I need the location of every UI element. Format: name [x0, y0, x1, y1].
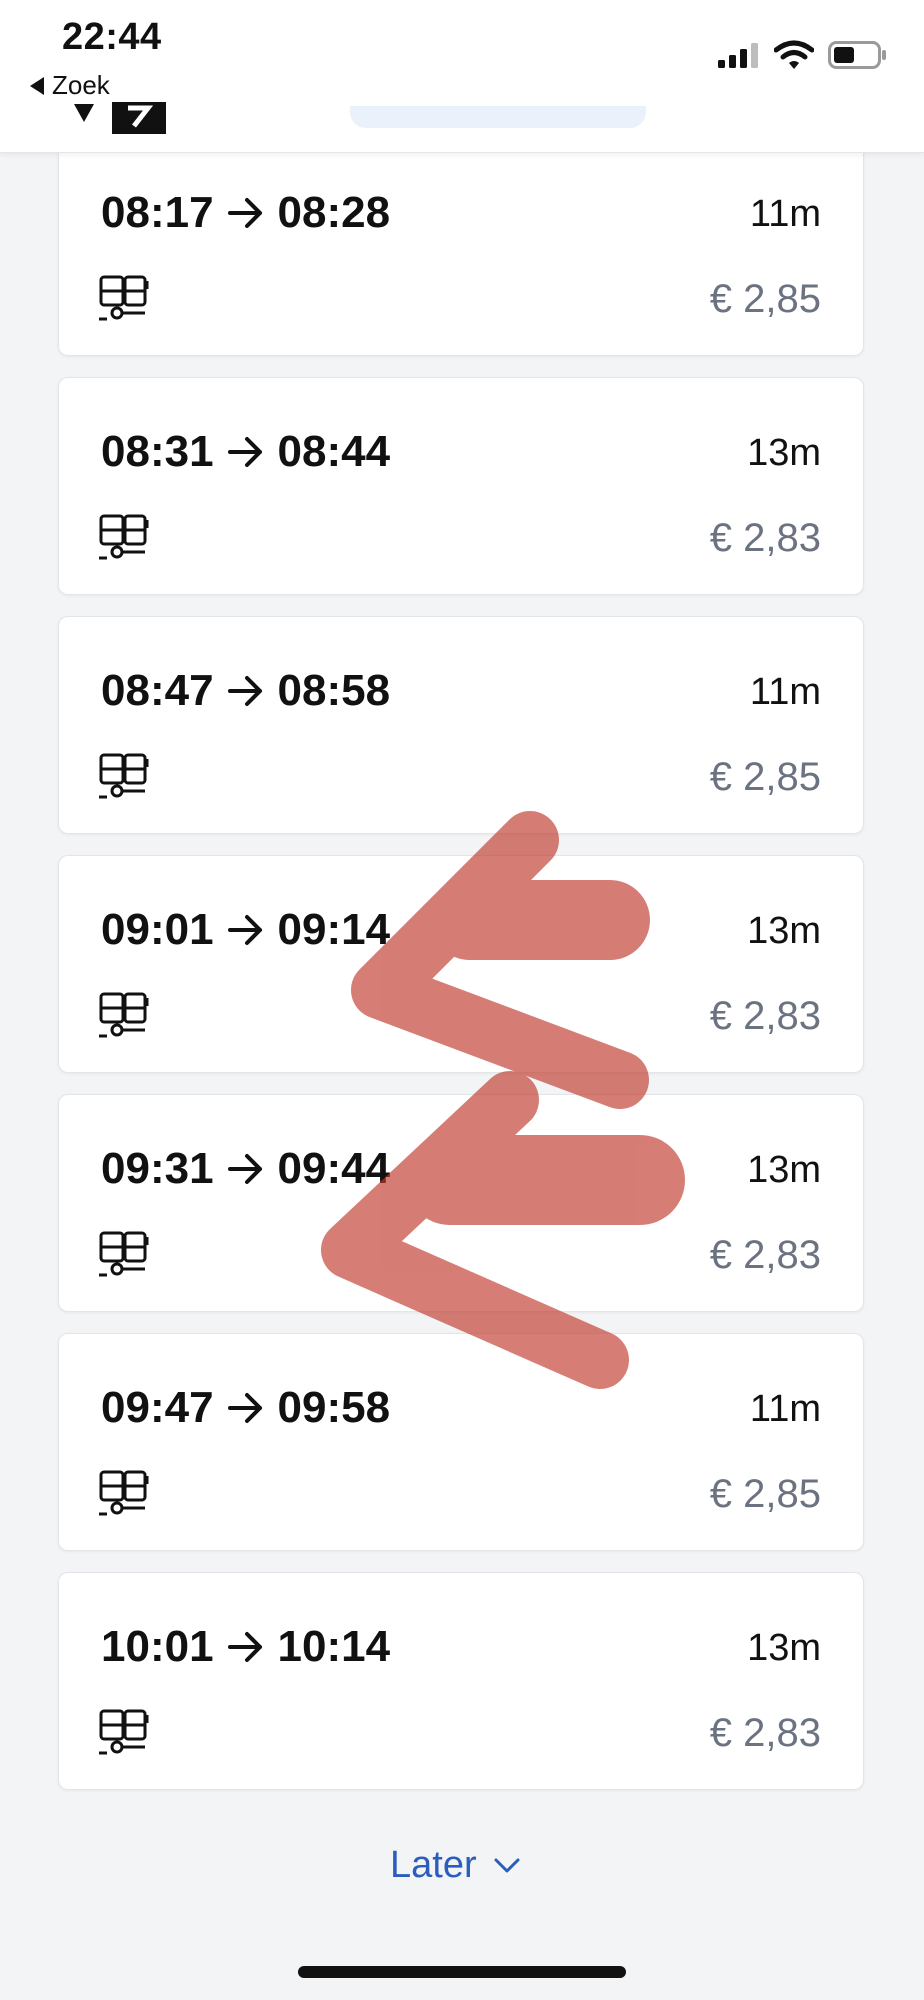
trip-duration: 13m — [747, 432, 821, 474]
departure-time: 09:31 — [101, 1144, 214, 1193]
arrow-right-icon — [227, 1154, 262, 1184]
departure-time: 08:31 — [101, 427, 214, 476]
trip-price: € 2,85 — [709, 277, 821, 321]
trip-duration: 11m — [749, 193, 821, 235]
tram-icon — [99, 992, 149, 1038]
arrival-time: 09:58 — [277, 1383, 391, 1432]
departure-time: 08:47 — [101, 666, 214, 715]
battery-icon — [828, 41, 886, 69]
trip-card[interactable]: 08:17 08:28 11m € 2,85 — [58, 138, 864, 356]
arrow-right-icon — [227, 1632, 262, 1662]
trip-times: 08:31 08:44 — [101, 430, 390, 474]
system-indicators — [718, 40, 888, 70]
home-indicator[interactable] — [298, 1966, 626, 1978]
trip-duration: 11m — [749, 1388, 821, 1430]
cellular-signal-icon — [718, 43, 758, 68]
departure-time: 10:01 — [101, 1622, 214, 1671]
trip-card[interactable]: 09:31 09:44 13m € 2,83 — [58, 1094, 864, 1312]
status-bar: 22:44 Zoek — [0, 0, 924, 153]
trip-times: 09:47 09:58 — [101, 1386, 390, 1430]
back-label: Zoek — [52, 70, 110, 100]
clock: 22:44 — [62, 16, 162, 58]
tram-icon — [99, 1709, 149, 1755]
arrow-right-icon — [227, 1393, 262, 1423]
arrival-time: 08:58 — [277, 666, 391, 715]
departure-time: 08:17 — [101, 188, 214, 237]
trip-times: 08:47 08:58 — [101, 669, 390, 713]
trip-price: € 2,85 — [709, 1472, 821, 1516]
arrival-time: 09:14 — [277, 905, 391, 954]
trip-price: € 2,85 — [709, 755, 821, 799]
trip-price: € 2,83 — [709, 1233, 821, 1277]
trip-price: € 2,83 — [709, 994, 821, 1038]
tram-icon — [99, 275, 149, 321]
wifi-icon — [774, 40, 814, 69]
trip-times: 09:01 09:14 — [101, 908, 390, 952]
departure-time: 09:47 — [101, 1383, 214, 1432]
tram-icon — [99, 1470, 149, 1516]
tram-icon — [99, 753, 149, 799]
arrow-right-icon — [227, 915, 262, 945]
back-triangle-icon — [30, 76, 44, 95]
later-label: Later — [390, 1844, 477, 1886]
trip-card[interactable]: 08:47 08:58 11m € 2,85 — [58, 616, 864, 834]
trip-duration: 11m — [749, 671, 821, 713]
trip-times: 10:01 10:14 — [101, 1625, 390, 1669]
segmented-control-fragment — [350, 106, 646, 128]
trip-price: € 2,83 — [709, 1711, 821, 1755]
arrow-right-icon — [227, 676, 262, 706]
arrival-time: 08:28 — [277, 188, 391, 237]
trip-card[interactable]: 08:31 08:44 13m € 2,83 — [58, 377, 864, 595]
trip-card[interactable]: 09:01 09:14 13m € 2,83 — [58, 855, 864, 1073]
tram-icon — [99, 1231, 149, 1277]
trip-times: 08:17 08:28 — [101, 191, 390, 235]
chevron-down-icon — [494, 1858, 520, 1872]
trip-duration: 13m — [747, 1149, 821, 1191]
later-button[interactable]: Later — [390, 1844, 521, 1887]
tram-icon — [99, 514, 149, 560]
trip-duration: 13m — [747, 1627, 821, 1669]
departure-time: 09:01 — [101, 905, 214, 954]
trip-card[interactable]: 10:01 10:14 13m € 2,83 — [58, 1572, 864, 1790]
trip-duration: 13m — [747, 910, 821, 952]
arrow-right-icon — [227, 437, 262, 467]
arrow-right-icon — [227, 198, 262, 228]
arrival-time: 09:44 — [277, 1144, 391, 1193]
trip-price: € 2,83 — [709, 516, 821, 560]
trip-times: 09:31 09:44 — [101, 1147, 390, 1191]
back-to-app-button[interactable]: Zoek — [30, 70, 110, 101]
app-logo-fragment — [72, 102, 168, 134]
arrival-time: 10:14 — [277, 1622, 391, 1671]
arrival-time: 08:44 — [277, 427, 391, 476]
trip-card[interactable]: 09:47 09:58 11m € 2,85 — [58, 1333, 864, 1551]
